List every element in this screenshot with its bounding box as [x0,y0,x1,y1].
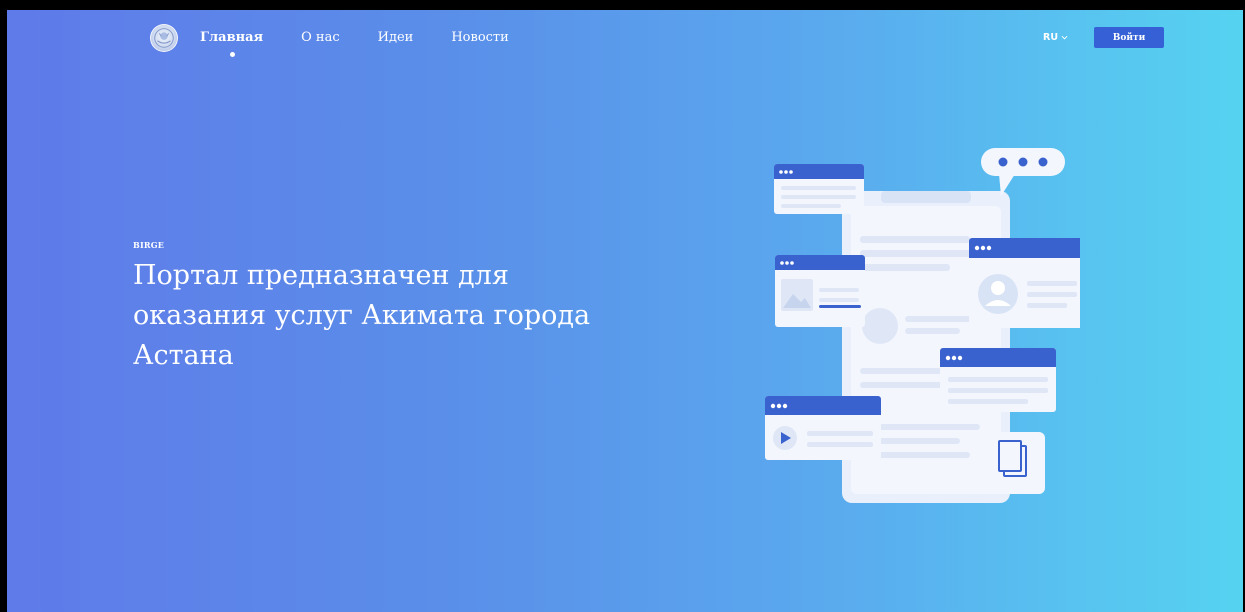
language-selector[interactable]: RU [1043,32,1068,43]
top-navbar: Главная О нас Идеи Новости RU Войти [7,10,1243,70]
hero-title: Портал предназначен для оказания услуг А… [133,260,591,371]
active-indicator-dot [229,52,235,57]
emblem-icon [154,28,174,48]
nav-item-label: Главная [200,30,264,45]
nav-item-about[interactable]: О нас [301,30,340,45]
chat-bubble-icon [981,148,1065,196]
login-button[interactable]: Войти [1094,27,1164,48]
page: Главная О нас Идеи Новости RU Войти BIRG… [7,10,1243,612]
profile-window-card [969,238,1080,328]
hero-eyebrow: BIRGE [133,240,165,250]
copy-icon [987,432,1045,494]
window-card [940,348,1056,412]
image-window-card [775,255,865,327]
nav-item-ideas[interactable]: Идеи [378,30,414,45]
logo[interactable] [150,24,178,52]
nav-item-home[interactable]: Главная [200,30,264,57]
nav-item-label: Идеи [377,30,414,45]
nav-item-news[interactable]: Новости [451,30,508,45]
nav-item-label: О нас [301,30,340,45]
video-window-card [765,396,881,460]
language-value: RU [1043,32,1059,43]
chevron-down-icon [1061,35,1068,40]
window-card [774,164,864,214]
nav-item-label: Новости [451,30,509,45]
main-nav: Главная О нас Идеи Новости [200,30,547,57]
hero-illustration [765,148,1080,503]
